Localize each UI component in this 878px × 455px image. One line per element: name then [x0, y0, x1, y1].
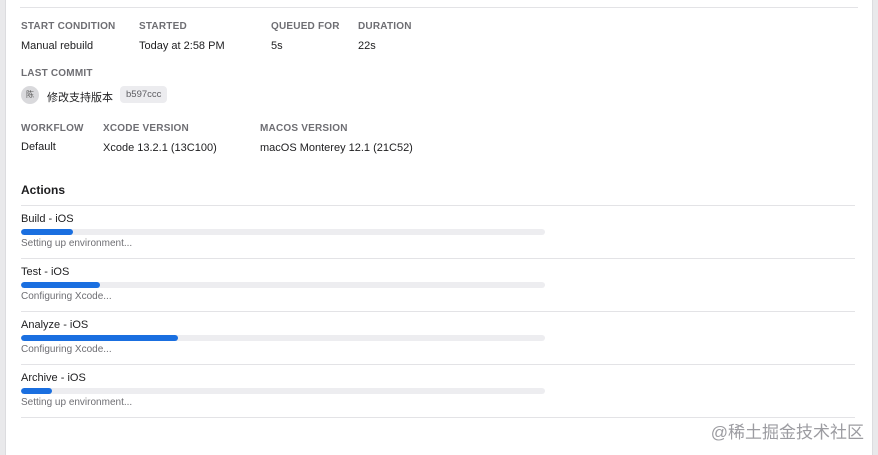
action-row-build[interactable]: Build - iOS Setting up environment...	[21, 206, 561, 258]
start-condition-value: Manual rebuild	[21, 40, 94, 52]
queued-for-value: 5s	[271, 40, 283, 52]
macos-version-caption: MACOS VERSION	[260, 123, 348, 134]
progress-fill	[21, 388, 53, 394]
started-value: Today at 2:58 PM	[139, 40, 225, 52]
last-commit-caption: LAST COMMIT	[21, 68, 93, 79]
commit-message: 修改支持版本	[47, 92, 113, 104]
action-status: Setting up environment...	[21, 397, 133, 408]
commit-sha-badge[interactable]: b597ccc	[120, 86, 168, 103]
action-name: Archive - iOS	[21, 372, 86, 384]
action-name: Analyze - iOS	[21, 319, 89, 331]
action-status: Setting up environment...	[21, 238, 133, 249]
progress-track	[21, 335, 545, 341]
workflow-caption: WORKFLOW	[21, 123, 84, 134]
action-status: Configuring Xcode...	[21, 344, 112, 355]
started-caption: STARTED	[139, 21, 187, 32]
action-name: Build - iOS	[21, 213, 74, 225]
duration-value: 22s	[358, 40, 376, 52]
action-name: Test - iOS	[21, 266, 70, 278]
duration-caption: DURATION	[358, 21, 412, 32]
action-status: Configuring Xcode...	[21, 291, 112, 302]
actions-heading: Actions	[21, 183, 66, 197]
progress-fill	[21, 229, 74, 235]
xcode-version-caption: XCODE VERSION	[103, 123, 189, 134]
workflow-value: Default	[21, 141, 56, 153]
progress-track	[21, 388, 545, 394]
macos-version-value: macOS Monterey 12.1 (21C52)	[260, 142, 413, 154]
action-row-analyze[interactable]: Analyze - iOS Configuring Xcode...	[21, 312, 561, 364]
start-condition-caption: START CONDITION	[21, 21, 116, 32]
watermark-text: @稀土掘金技术社区	[710, 423, 864, 442]
author-avatar: 陈	[21, 86, 39, 104]
progress-track	[21, 282, 545, 288]
progress-fill	[21, 335, 179, 341]
queued-for-caption: QUEUED FOR	[271, 21, 340, 32]
progress-fill	[21, 282, 100, 288]
xcode-version-value: Xcode 13.2.1 (13C100)	[103, 142, 217, 154]
progress-track	[21, 229, 545, 235]
action-row-archive[interactable]: Archive - iOS Setting up environment...	[21, 365, 561, 417]
top-divider	[20, 7, 858, 8]
build-details-panel: START CONDITION Manual rebuild STARTED T…	[5, 0, 873, 455]
action-row-test[interactable]: Test - iOS Configuring Xcode...	[21, 259, 561, 311]
